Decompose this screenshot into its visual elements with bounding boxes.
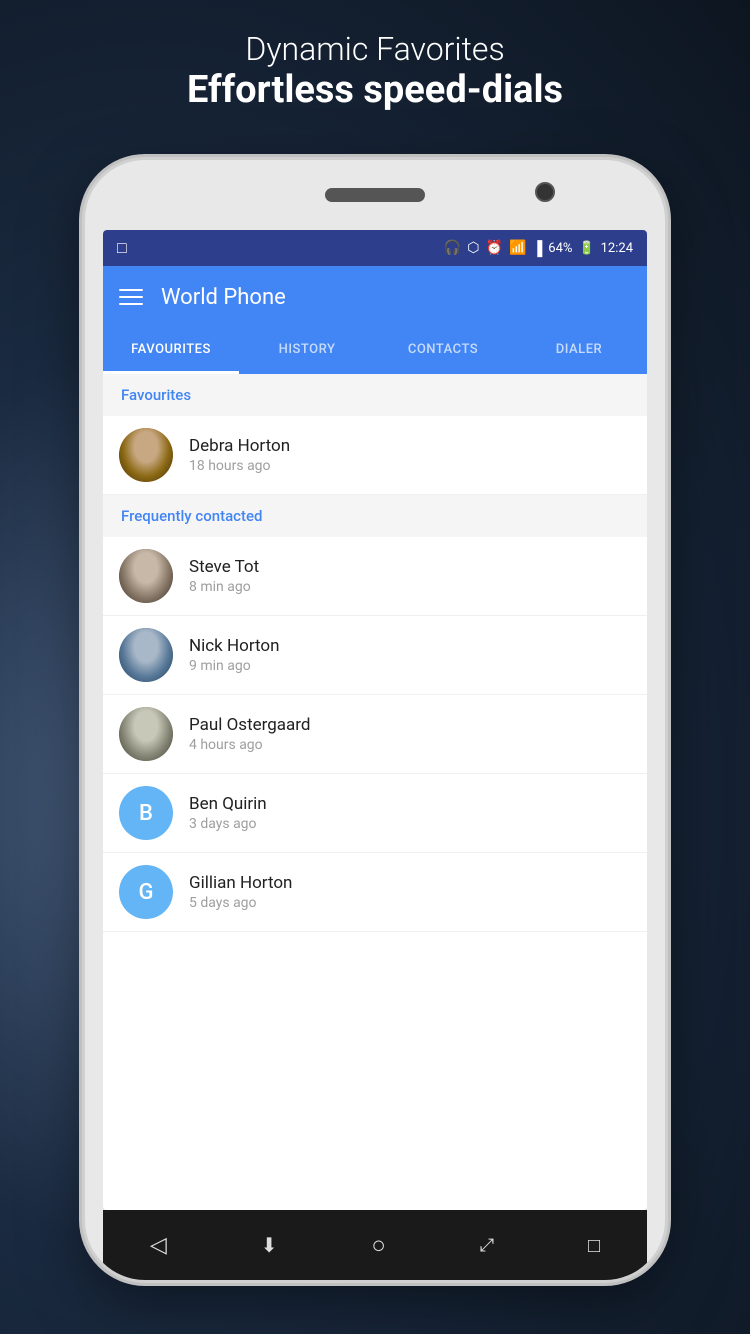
contact-info-debra: Debra Horton 18 hours ago	[189, 436, 290, 474]
avatar-face-paul	[119, 707, 173, 761]
clock: 12:24	[601, 241, 633, 256]
contact-name-ben: Ben Quirin	[189, 794, 267, 814]
hamburger-line-2	[119, 296, 143, 298]
contact-time-paul: 4 hours ago	[189, 737, 310, 753]
contact-info-gillian: Gillian Horton 5 days ago	[189, 873, 292, 911]
home-button[interactable]: ○	[371, 1231, 386, 1260]
header-subtitle: Dynamic Favorites	[0, 30, 750, 68]
avatar-initial-ben: B	[139, 801, 153, 826]
contact-item-steve[interactable]: Steve Tot 8 min ago	[103, 537, 647, 616]
avatar-steve	[119, 549, 173, 603]
contact-info-nick: Nick Horton 9 min ago	[189, 636, 279, 674]
contact-time-ben: 3 days ago	[189, 816, 267, 832]
phone-shell: □ 🎧 ⬡ ⏰ 📶 ▐ 64% 🔋 12:24 World Phone	[85, 160, 665, 1280]
contact-item-gillian[interactable]: G Gillian Horton 5 days ago	[103, 853, 647, 932]
bluetooth-icon: ⬡	[467, 240, 479, 256]
avatar-ben: B	[119, 786, 173, 840]
avatar-gillian: G	[119, 865, 173, 919]
contact-name-nick: Nick Horton	[189, 636, 279, 656]
battery-percent: 64%	[548, 241, 572, 256]
contact-item-debra[interactable]: Debra Horton 18 hours ago	[103, 416, 647, 495]
square-button[interactable]: □	[588, 1233, 600, 1258]
wifi-icon: 📶	[509, 240, 526, 256]
avatar-face-nick	[119, 628, 173, 682]
content-area: Favourites Debra Horton 18 hours ago Fre…	[103, 374, 647, 932]
status-bar-right: 🎧 ⬡ ⏰ 📶 ▐ 64% 🔋 12:24	[444, 240, 633, 257]
contact-item-ben[interactable]: B Ben Quirin 3 days ago	[103, 774, 647, 853]
bb-icon: □	[117, 238, 127, 258]
camera	[535, 182, 555, 202]
down-button[interactable]: ⬇	[261, 1233, 278, 1257]
section-header-favourites: Favourites	[103, 374, 647, 416]
battery-icon: 🔋	[578, 241, 594, 256]
avatar-debra	[119, 428, 173, 482]
headphone-icon: 🎧	[444, 240, 461, 256]
contact-name-paul: Paul Ostergaard	[189, 715, 310, 735]
contact-info-paul: Paul Ostergaard 4 hours ago	[189, 715, 310, 753]
menu-button[interactable]	[119, 289, 143, 305]
tab-contacts[interactable]: CONTACTS	[375, 328, 511, 371]
contact-item-nick[interactable]: Nick Horton 9 min ago	[103, 616, 647, 695]
contact-info-steve: Steve Tot 8 min ago	[189, 557, 259, 595]
phone-screen: □ 🎧 ⬡ ⏰ 📶 ▐ 64% 🔋 12:24 World Phone	[103, 230, 647, 1210]
tab-bar: FAVOURITES HISTORY CONTACTS DIALER	[103, 328, 647, 374]
contact-name-debra: Debra Horton	[189, 436, 290, 456]
tab-dialer[interactable]: DIALER	[511, 328, 647, 371]
avatar-initial-gillian: G	[139, 880, 154, 905]
avatar-nick	[119, 628, 173, 682]
app-bar: World Phone	[103, 266, 647, 328]
tab-favourites[interactable]: FAVOURITES	[103, 328, 239, 374]
avatar-face-steve	[119, 549, 173, 603]
avatar-paul	[119, 707, 173, 761]
hamburger-line-1	[119, 289, 143, 291]
contact-info-ben: Ben Quirin 3 days ago	[189, 794, 267, 832]
header-title: Effortless speed-dials	[0, 68, 750, 112]
speaker	[325, 188, 425, 202]
nav-bar: ◁ ⬇ ○ ⤢ □	[103, 1210, 647, 1280]
section-header-frequent: Frequently contacted	[103, 495, 647, 537]
app-title: World Phone	[161, 285, 286, 310]
contact-item-paul[interactable]: Paul Ostergaard 4 hours ago	[103, 695, 647, 774]
contact-name-steve: Steve Tot	[189, 557, 259, 577]
contact-time-steve: 8 min ago	[189, 579, 259, 595]
avatar-face-debra	[119, 428, 173, 482]
alarm-icon: ⏰	[486, 240, 503, 256]
back-button[interactable]: ◁	[150, 1233, 167, 1258]
contact-name-gillian: Gillian Horton	[189, 873, 292, 893]
hamburger-line-3	[119, 303, 143, 305]
tab-history[interactable]: HISTORY	[239, 328, 375, 371]
status-bar-left: □	[117, 238, 127, 258]
contact-time-debra: 18 hours ago	[189, 458, 290, 474]
contact-time-nick: 9 min ago	[189, 658, 279, 674]
header-text: Dynamic Favorites Effortless speed-dials	[0, 30, 750, 112]
status-bar: □ 🎧 ⬡ ⏰ 📶 ▐ 64% 🔋 12:24	[103, 230, 647, 266]
signal-icon: ▐	[532, 240, 542, 257]
contact-time-gillian: 5 days ago	[189, 895, 292, 911]
recent-button[interactable]: ⤢	[480, 1235, 494, 1256]
